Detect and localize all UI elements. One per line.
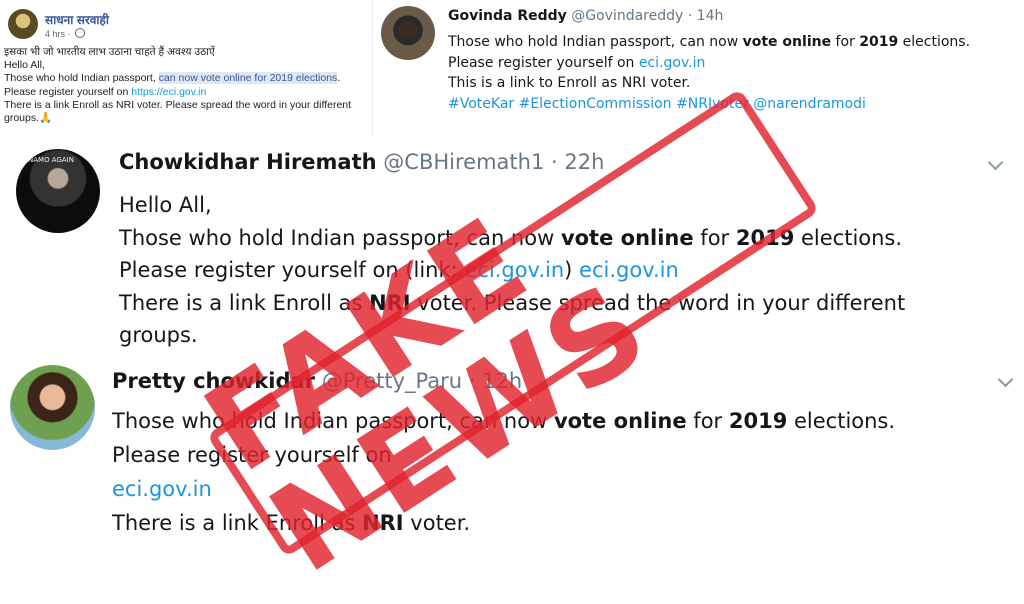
- text-segment: elections.: [787, 409, 896, 433]
- post-body: इसका भी जो भारतीय लाभ उठाना चाहते हैं अव…: [4, 46, 370, 125]
- avatar[interactable]: [381, 6, 435, 60]
- text-segment: Please register yourself on: [448, 54, 639, 71]
- post-line: इसका भी जो भारतीय लाभ उठाना चाहते हैं अव…: [4, 46, 215, 58]
- post-line: There is a link Enroll as NRI voter. Ple…: [4, 98, 352, 111]
- text-segment: There is a link Enroll as: [112, 511, 363, 535]
- tweet-time[interactable]: 14h: [697, 8, 724, 24]
- tweet-author-name[interactable]: Chowkidhar Hiremath: [119, 150, 377, 174]
- separator: ·: [551, 150, 558, 174]
- post-time[interactable]: 4 hrs: [45, 29, 65, 39]
- tweet-time[interactable]: 22h: [564, 150, 604, 174]
- text-segment: ): [564, 258, 580, 282]
- text-segment: Those who hold Indian passport, can now: [112, 409, 554, 433]
- text-segment: voter.: [403, 511, 471, 535]
- post-meta: 4 hrs ·: [45, 28, 86, 39]
- bold-text: NRI: [369, 290, 411, 315]
- eci-link[interactable]: eci.gov.in: [112, 477, 212, 501]
- tweet-handle[interactable]: @CBHiremath1: [383, 150, 544, 174]
- tweet-line: eci.gov.in: [112, 472, 895, 506]
- tweet-body: Those who hold Indian passport, can now …: [448, 32, 970, 114]
- text-segment: Please register yourself on (link:: [119, 258, 465, 282]
- facebook-post: साधना सरवाही 4 hrs · इसका भी जो भारतीय ल…: [0, 0, 372, 135]
- avatar[interactable]: [8, 9, 38, 39]
- text-segment: for: [831, 34, 860, 50]
- tweet-body: Hello All, Those who hold Indian passpor…: [119, 189, 905, 352]
- post-line: Those who hold Indian passport, can now …: [4, 72, 370, 85]
- bold-text: NRI: [362, 511, 404, 535]
- chevron-down-icon[interactable]: [987, 154, 1004, 171]
- tweet-header: Govinda Reddy @Govindareddy · 14h: [448, 8, 723, 24]
- bold-text: 2019: [735, 225, 795, 250]
- eci-link[interactable]: https://eci.gov.in: [131, 86, 206, 98]
- text-segment: .: [337, 72, 341, 85]
- tweet-body: Those who hold Indian passport, can now …: [112, 404, 895, 540]
- tweet-line: Those who hold Indian passport, can now …: [112, 404, 895, 438]
- tweet-author-name[interactable]: Pretty chowkidar: [112, 369, 315, 393]
- eci-link[interactable]: eci.gov.in: [639, 55, 706, 71]
- tweet-author-name[interactable]: Govinda Reddy: [448, 8, 567, 24]
- text-segment: for: [686, 409, 729, 433]
- tweet-line: There is a link Enroll as NRI voter.: [112, 506, 895, 540]
- bold-text: vote online: [742, 34, 832, 50]
- post-line: Please register yourself on https://eci.…: [4, 86, 370, 99]
- separator: ·: [468, 369, 476, 393]
- text-segment: elections.: [898, 34, 971, 50]
- tweet-time[interactable]: 12h: [482, 369, 522, 393]
- tweet-line: Those who hold Indian passport, can now …: [448, 32, 970, 53]
- hashtags-link[interactable]: #VoteKar #ElectionCommission #NRIvoter @…: [448, 94, 970, 115]
- bold-text: vote online: [560, 225, 694, 250]
- bold-text: vote online: [553, 409, 687, 433]
- avatar-caption: NAMO AGAIN: [28, 156, 74, 164]
- separator: ·: [687, 8, 693, 24]
- text-segment: Those who hold Indian passport, can now: [119, 225, 561, 250]
- tweet-line: Please register yourself on eci.gov.in: [448, 53, 970, 74]
- post-author-name[interactable]: साधना सरवाही: [45, 11, 109, 28]
- bold-text: 2019: [859, 34, 899, 50]
- tweet-handle[interactable]: @Govindareddy: [571, 8, 683, 24]
- text-segment: Those who hold Indian passport,: [4, 72, 159, 85]
- tweet-line: Please register yourself on: [112, 443, 392, 467]
- tweet-line: This is a link to Enroll as NRI voter.: [448, 75, 691, 91]
- globe-icon: [75, 28, 86, 38]
- post-line: groups.🙏: [4, 112, 53, 125]
- text-segment: for: [693, 225, 736, 250]
- chevron-down-icon[interactable]: [997, 371, 1014, 388]
- tweet-header: Chowkidhar Hiremath @CBHiremath1 · 22h: [119, 150, 604, 174]
- separator: ·: [67, 29, 71, 39]
- tweet-line: groups.: [119, 323, 198, 347]
- tweet-line: Please register yourself on (link: eci.g…: [119, 254, 905, 287]
- highlighted-text: can now vote online for 2019 elections: [158, 72, 338, 85]
- eci-link[interactable]: eci.gov.in: [579, 258, 679, 282]
- tweet-line: Those who hold Indian passport, can now …: [119, 222, 905, 255]
- text-segment: Those who hold Indian passport, can now: [448, 34, 743, 50]
- text-segment: voter. Please spread the word in your di…: [410, 290, 906, 315]
- eci-link[interactable]: eci.gov.in: [464, 258, 564, 282]
- divider: [372, 0, 373, 135]
- tweet-line: There is a link Enroll as NRI voter. Ple…: [119, 287, 905, 320]
- tweet-header: Pretty chowkidar @Pretty_Paru · 12h: [112, 369, 522, 393]
- text-segment: elections.: [794, 225, 903, 250]
- bold-text: 2019: [728, 409, 788, 433]
- text-segment: Please register yourself on: [4, 85, 132, 98]
- avatar[interactable]: [10, 365, 95, 450]
- tweet-handle[interactable]: @Pretty_Paru: [322, 369, 462, 393]
- post-line: Hello All,: [4, 59, 45, 72]
- tweet-line: Hello All,: [119, 193, 212, 217]
- text-segment: There is a link Enroll as: [119, 290, 370, 315]
